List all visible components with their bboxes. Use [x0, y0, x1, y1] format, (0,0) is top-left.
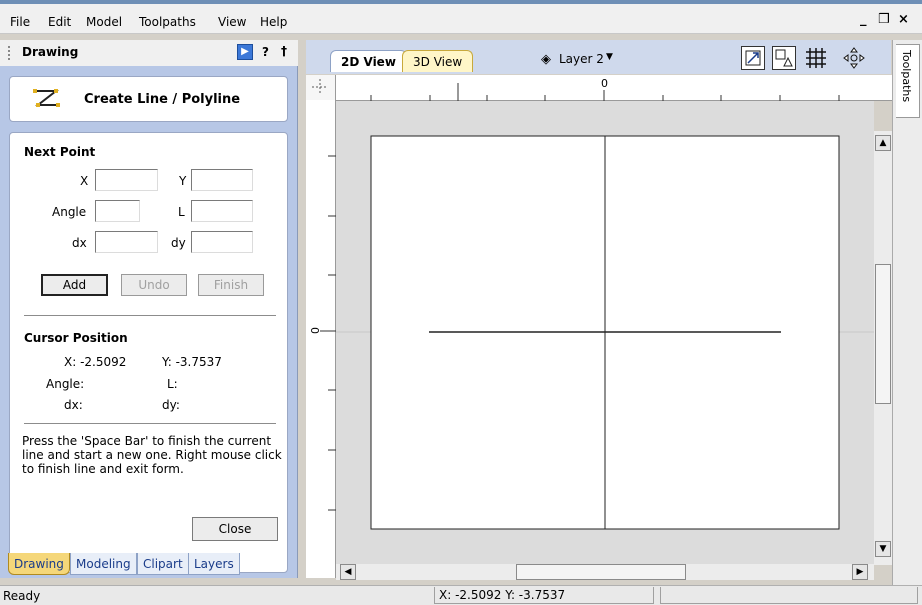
view-toolbar: 2D View 3D View ◈ Layer 2 ▼	[306, 40, 891, 74]
menu-bar: File Edit Model Toolpaths View Help _ ❒ …	[0, 0, 922, 34]
vertical-scroll-thumb[interactable]	[875, 264, 891, 404]
polyline-icon	[33, 89, 60, 107]
next-point-heading: Next Point	[24, 145, 96, 159]
restore-button[interactable]: ❒	[878, 12, 890, 27]
tab-drawing[interactable]: Drawing	[8, 553, 70, 575]
menu-view[interactable]: View	[218, 15, 246, 29]
add-button[interactable]: Add	[41, 274, 108, 296]
tab-modeling[interactable]: Modeling	[70, 553, 137, 575]
layer-selector[interactable]: Layer 2	[559, 52, 604, 66]
cursor-position-heading: Cursor Position	[24, 331, 128, 345]
form-title-card: Create Line / Polyline	[9, 76, 288, 122]
cursor-l-label: L:	[167, 377, 178, 391]
dock-arrow-icon[interactable]: ▶	[237, 44, 253, 60]
status-text: Ready	[3, 589, 41, 603]
menu-toolpaths[interactable]: Toolpaths	[139, 15, 196, 29]
grid-icon[interactable]	[804, 46, 828, 70]
toolpaths-tab-label: Toolpaths	[900, 50, 913, 103]
l-label: L	[178, 205, 185, 219]
l-input[interactable]	[191, 200, 253, 222]
ruler-corner[interactable]	[306, 75, 336, 101]
x-label: X	[80, 174, 89, 188]
window-frame-top	[0, 0, 922, 4]
top-ruler: 0	[336, 75, 892, 101]
cursor-angle-label: Angle:	[46, 377, 85, 391]
finish-button[interactable]: Finish	[198, 274, 264, 296]
grip-icon	[8, 46, 12, 60]
y-input[interactable]	[191, 169, 253, 191]
drawing-panel: Drawing ▶ ? † Create Line / Polyline Nex…	[0, 40, 298, 578]
scroll-right-button[interactable]: ▶	[852, 564, 868, 580]
vertical-scrollbar[interactable]: ▲ ▼	[874, 131, 892, 565]
tab-3d-view[interactable]: 3D View	[402, 50, 474, 72]
close-window-button[interactable]: ×	[898, 12, 909, 27]
horizontal-scroll-thumb[interactable]	[516, 564, 686, 580]
divider	[24, 423, 276, 424]
left-ruler: 0	[306, 100, 336, 578]
status-pane-empty	[660, 587, 918, 604]
chevron-down-icon[interactable]: ▼	[606, 52, 613, 62]
scroll-up-button[interactable]: ▲	[875, 135, 891, 151]
dy-input[interactable]	[191, 231, 253, 253]
cursor-dy-label: dy:	[162, 398, 180, 412]
toolpaths-tab[interactable]: Toolpaths	[896, 44, 920, 118]
help-button[interactable]: ?	[262, 45, 269, 59]
menu-file[interactable]: File	[10, 15, 30, 29]
scroll-down-button[interactable]: ▼	[875, 541, 891, 557]
horizontal-scrollbar[interactable]: ◀ ▶	[336, 564, 874, 580]
form-body: Next Point X Y Angle L dx dy Add Undo Fi…	[9, 132, 288, 573]
undo-button[interactable]: Undo	[121, 274, 187, 296]
panel-header: Drawing ▶ ? †	[0, 40, 298, 66]
pin-icon[interactable]: †	[281, 44, 287, 58]
zoom-extents-icon[interactable]	[741, 46, 765, 70]
cursor-y: Y: -3.7537	[162, 355, 222, 369]
toolpaths-dock: Toolpaths	[892, 40, 922, 585]
scroll-left-button[interactable]: ◀	[340, 564, 356, 580]
angle-label: Angle	[52, 205, 87, 219]
menu-model[interactable]: Model	[86, 15, 122, 29]
layer-stack-icon: ◈	[541, 52, 551, 67]
zoom-box-icon[interactable]	[772, 46, 796, 70]
ruler-left-zero-label: 0	[309, 327, 322, 334]
dy-label: dy	[171, 236, 186, 250]
panel-title: Drawing	[22, 45, 79, 59]
tab-2d-view[interactable]: 2D View	[330, 50, 407, 72]
status-coordinates: X: -2.5092 Y: -3.7537	[439, 588, 566, 602]
tab-clipart[interactable]: Clipart	[137, 553, 189, 575]
menu-help[interactable]: Help	[260, 15, 287, 29]
minimize-button[interactable]: _	[860, 12, 867, 27]
dx-label: dx	[72, 236, 87, 250]
x-input[interactable]	[95, 169, 158, 191]
cursor-dx-label: dx:	[64, 398, 83, 412]
status-coords-pane: X: -2.5092 Y: -3.7537	[434, 587, 654, 604]
divider	[24, 315, 276, 316]
cursor-x: X: -2.5092	[64, 355, 127, 369]
form-title: Create Line / Polyline	[84, 92, 241, 107]
status-bar: Ready X: -2.5092 Y: -3.7537	[0, 585, 922, 605]
dx-input[interactable]	[95, 231, 158, 253]
close-button[interactable]: Close	[192, 517, 278, 541]
tab-layers[interactable]: Layers	[188, 553, 240, 575]
pan-icon[interactable]	[842, 46, 866, 70]
angle-input[interactable]	[95, 200, 140, 222]
y-label: Y	[179, 174, 187, 188]
drawing-canvas[interactable]	[336, 101, 874, 565]
ruler-zero-label: 0	[601, 77, 608, 90]
help-text: Press the 'Space Bar' to finish the curr…	[22, 434, 282, 476]
menu-edit[interactable]: Edit	[48, 15, 71, 29]
